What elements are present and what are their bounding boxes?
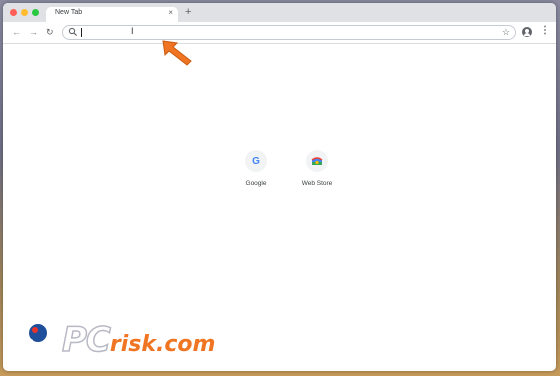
bookmark-star-icon[interactable]: ☆	[502, 26, 510, 38]
toolbar: ← → ↻ ☆ ⋮	[3, 22, 556, 44]
watermark-brand: PC	[61, 319, 111, 361]
browser-window: New Tab × + ← → ↻ ☆ ⋮ G Google Web Store	[3, 3, 556, 371]
shortcut-label: Google	[245, 180, 267, 187]
pointer-arrow-icon	[162, 40, 192, 66]
shortcut-google[interactable]: G Google	[226, 150, 286, 187]
tab-new-tab[interactable]: New Tab ×	[46, 7, 178, 22]
shortcut-web-store[interactable]: Web Store	[287, 150, 347, 187]
magnifier-logo-icon	[24, 322, 49, 354]
minimize-window-button[interactable]	[21, 9, 28, 16]
tab-strip: New Tab × +	[3, 3, 556, 22]
webstore-icon	[306, 150, 328, 172]
tab-title: New Tab	[55, 9, 83, 16]
text-caret	[81, 28, 82, 37]
back-icon[interactable]: ←	[12, 26, 21, 38]
maximize-window-button[interactable]	[32, 9, 39, 16]
search-icon	[68, 27, 78, 37]
watermark-suffix: risk.com	[109, 332, 216, 357]
close-window-button[interactable]	[10, 9, 17, 16]
menu-icon[interactable]: ⋮	[540, 25, 550, 37]
watermark: PCrisk.com	[24, 318, 254, 361]
text-cursor-icon: I	[131, 26, 134, 36]
new-tab-button[interactable]: +	[185, 6, 191, 18]
reload-icon[interactable]: ↻	[46, 26, 54, 38]
tab-close-icon[interactable]: ×	[168, 8, 173, 17]
forward-icon[interactable]: →	[29, 26, 38, 38]
profile-avatar-icon[interactable]	[522, 27, 532, 37]
shortcut-label: Web Store	[301, 180, 333, 187]
google-icon: G	[245, 150, 267, 172]
